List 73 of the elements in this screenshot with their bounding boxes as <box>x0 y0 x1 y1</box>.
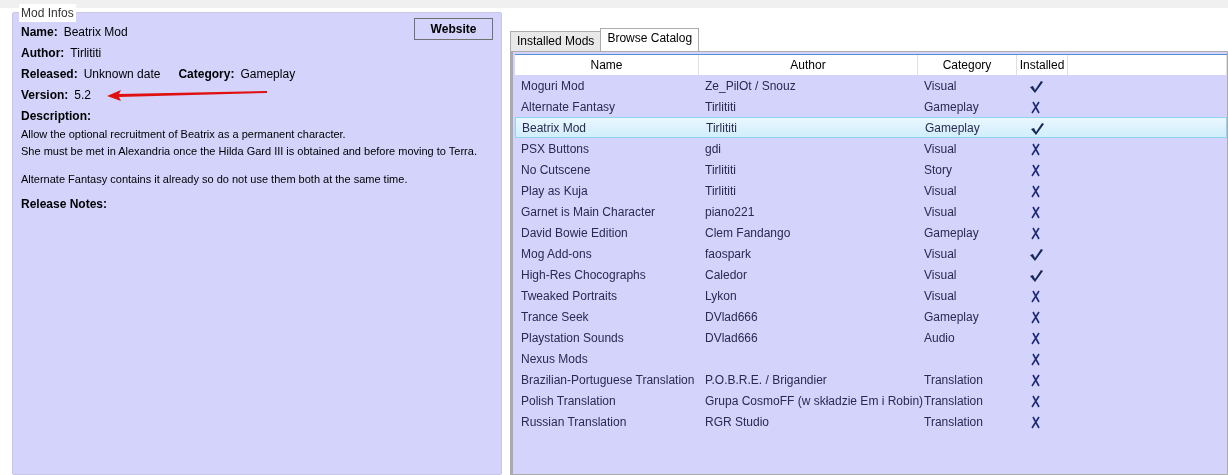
mod-category: Translation <box>924 393 983 408</box>
mod-category: Visual <box>924 246 957 261</box>
mod-category: Visual <box>924 267 957 282</box>
field-label: Version: <box>21 86 69 104</box>
mod-author: faospark <box>705 246 752 261</box>
mod-name: No Cutscene <box>521 162 591 177</box>
mod-name: Tweaked Portraits <box>521 288 618 303</box>
mod-author: Tirlititi <box>706 120 737 135</box>
mod-author: Grupa CosmoFF (w składzie Em i Robin) <box>705 393 924 408</box>
mod-author: Tirlititi <box>705 162 736 177</box>
mod-author: Ze_PilOt / Snouz <box>705 78 796 93</box>
mod-name: Trance Seek <box>521 309 589 324</box>
description-label: Description: <box>21 107 91 125</box>
mod-category: Gameplay <box>924 99 979 114</box>
column-header[interactable]: Installed <box>1017 55 1068 75</box>
mod-name: Russian Translation <box>521 414 627 429</box>
mod-category: Visual <box>924 141 957 156</box>
mod-category: Story <box>924 162 952 177</box>
mod-author: gdi <box>705 141 721 156</box>
mod-category: Gameplay <box>925 120 980 135</box>
field-label: Author: <box>21 44 65 62</box>
field-value: Beatrix Mod <box>63 23 128 41</box>
mod-name: Moguri Mod <box>521 78 585 93</box>
mod-name: PSX Buttons <box>521 141 590 156</box>
mod-category: Visual <box>924 183 957 198</box>
mod-category: Visual <box>924 204 957 219</box>
tab[interactable]: Installed Mods <box>510 31 602 51</box>
mod-name: Brazilian-Portuguese Translation <box>521 372 695 387</box>
group-title: Mod Infos <box>19 4 76 22</box>
mod-category: Audio <box>924 330 955 345</box>
mod-name: Garnet is Main Character <box>521 204 656 219</box>
mod-author: RGR Studio <box>705 414 770 429</box>
mod-name: Alternate Fantasy <box>521 99 616 114</box>
website-button[interactable]: Website <box>414 18 493 40</box>
mod-author: Clem Fandango <box>705 225 791 240</box>
mod-category: Gameplay <box>924 225 979 240</box>
mod-author: Caledor <box>705 267 748 282</box>
mod-name: Nexus Mods <box>521 351 588 366</box>
description-text: Allow the optional recruitment of Beatrix as a permanent character. <box>21 127 347 142</box>
mod-name: David Bowie Edition <box>521 225 628 240</box>
mod-author: DVlad666 <box>705 309 758 324</box>
field-label: Name: <box>21 23 58 41</box>
mod-name: Polish Translation <box>521 393 616 408</box>
mod-category: Gameplay <box>924 309 979 324</box>
column-header[interactable]: Author <box>699 55 918 75</box>
selected-row[interactable]: Beatrix Mod Tirlititi Gameplay <box>515 117 1227 138</box>
description-text: Alternate Fantasy contains it already so do not use them both at the same time. <box>21 172 409 187</box>
field-label: Category: <box>178 65 235 83</box>
field-value: Unknown date <box>83 65 161 83</box>
mod-author: DVlad666 <box>705 330 758 345</box>
mod-category: Visual <box>924 288 957 303</box>
mod-category: Translation <box>924 414 983 429</box>
mod-name: Mog Add-ons <box>521 246 592 261</box>
mod-name: Play as Kuja <box>521 183 588 198</box>
column-header[interactable]: Category <box>918 55 1017 75</box>
mod-name: Playstation Sounds <box>521 330 624 345</box>
tab[interactable]: Browse Catalog <box>600 28 700 51</box>
field-value: 5.2 <box>74 86 92 104</box>
field-value: Gameplay <box>240 65 296 83</box>
mod-author: P.O.B.R.E. / Brigandier <box>705 372 827 387</box>
field-label: Released: <box>21 65 78 83</box>
mod-author: Lykon <box>705 288 737 303</box>
mod-name: Beatrix Mod <box>522 120 587 135</box>
mod-category: Visual <box>924 78 957 93</box>
description-text: She must be met in Alexandria once the Hilda Gard III is obtained and before moving to Terra. <box>21 143 478 159</box>
release-notes-label: Release Notes: <box>21 196 108 213</box>
field-value: Tirlititi <box>70 44 102 62</box>
mod-author: Tirlititi <box>705 183 736 198</box>
mod-author: piano221 <box>705 204 755 219</box>
mod-category: Translation <box>924 372 983 387</box>
mod-name: High-Res Chocographs <box>521 267 646 282</box>
mod-author: Tirlititi <box>705 99 736 114</box>
column-header[interactable]: Name <box>515 55 699 75</box>
